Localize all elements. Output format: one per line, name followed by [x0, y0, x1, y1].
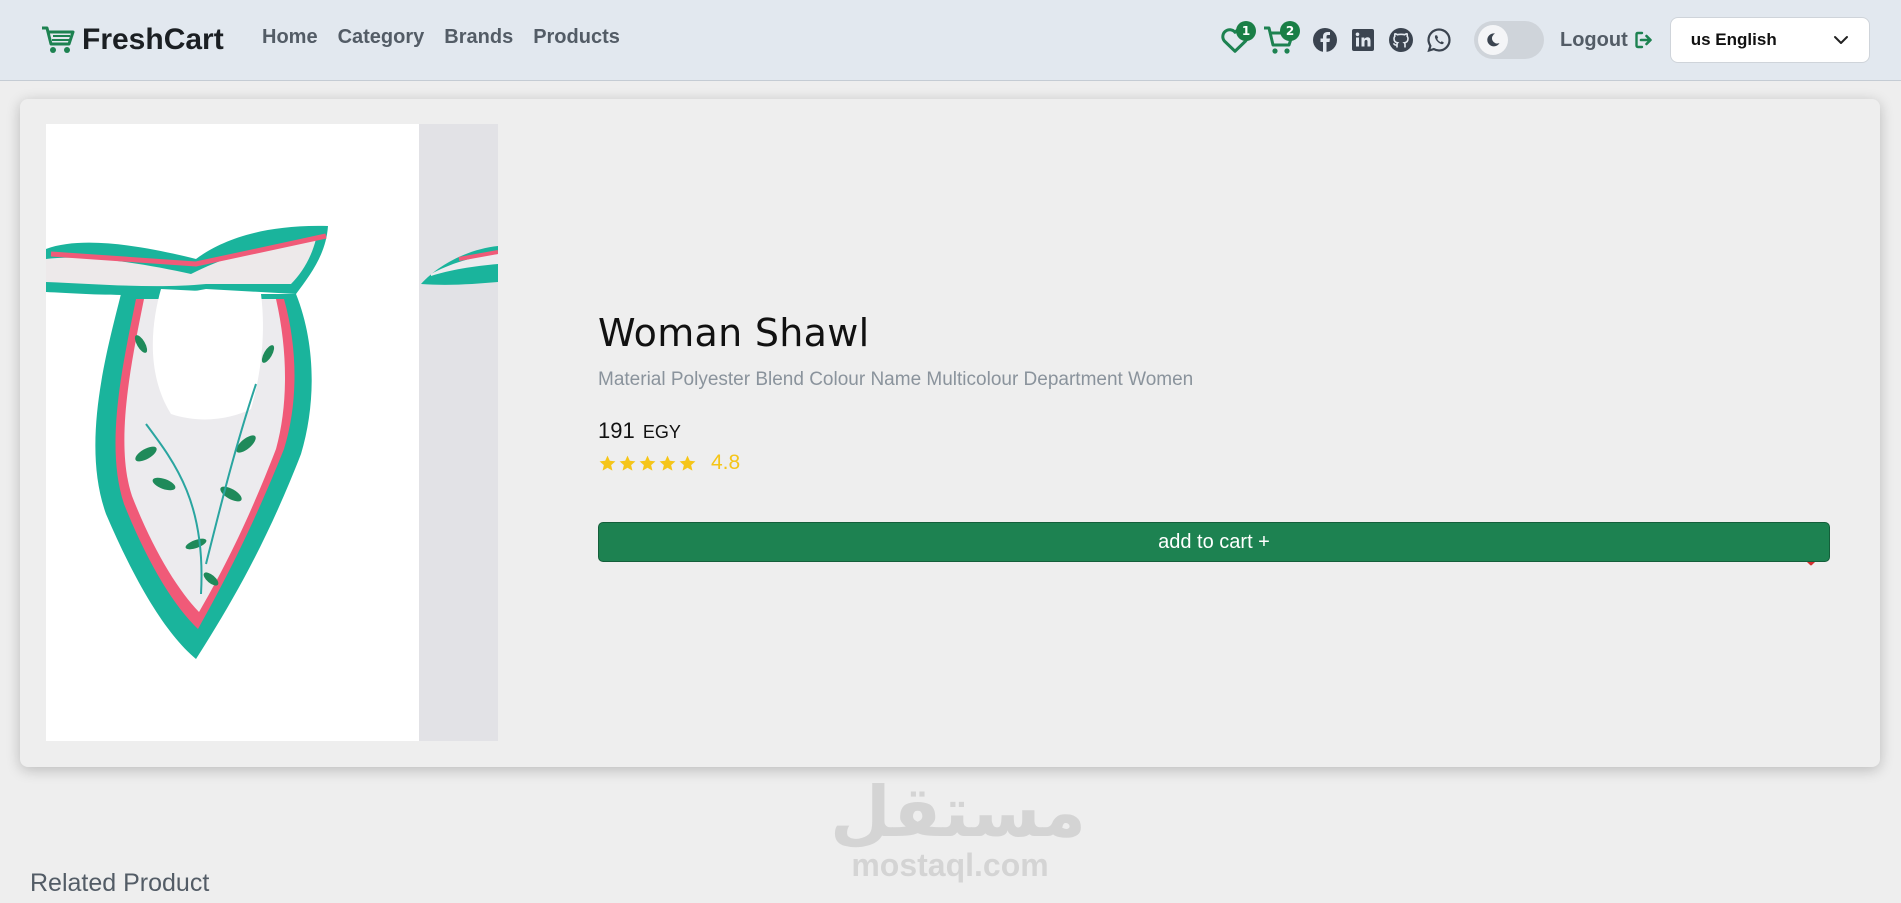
product-info: Woman Shawl Material Polyester Blend Col… [598, 311, 1832, 476]
language-selected-value: us English [1690, 30, 1777, 49]
navbar: FreshCart Home Category Brands Products … [0, 0, 1901, 81]
wishlist-button[interactable]: 1 [1218, 21, 1256, 57]
related-products-heading: Related Product [30, 869, 210, 897]
moon-icon [1487, 33, 1500, 47]
whatsapp-icon [1427, 28, 1451, 53]
brand-name: FreshCart [82, 23, 224, 56]
facebook-link[interactable] [1310, 25, 1340, 55]
product-rating: 4.8 [598, 450, 1832, 476]
nav-link-brands[interactable]: Brands [444, 26, 513, 49]
star-icon [639, 455, 656, 471]
shawl-image [46, 225, 328, 659]
dark-mode-toggle[interactable] [1474, 21, 1544, 59]
github-link[interactable] [1386, 25, 1416, 55]
brand-logo[interactable]: FreshCart [40, 22, 224, 58]
star-icon [619, 455, 636, 471]
star-icon [679, 455, 696, 471]
add-to-cart-button[interactable]: add to cart + [598, 522, 1830, 562]
cart-logo-icon [42, 26, 75, 53]
rating-value: 4.8 [711, 451, 741, 474]
facebook-icon [1313, 28, 1337, 52]
wishlist-count-badge: 1 [1236, 21, 1256, 41]
cart-button[interactable]: 2 [1262, 21, 1300, 57]
toggle-knob [1478, 25, 1508, 55]
product-title: Woman Shawl [598, 311, 870, 355]
product-details-card: Woman Shawl Material Polyester Blend Col… [20, 99, 1880, 767]
nav-link-products[interactable]: Products [533, 26, 620, 49]
nav-links: Home Category Brands Products [262, 26, 620, 49]
product-price: 191 EGY [598, 418, 1832, 444]
star-icon [599, 455, 616, 471]
linkedin-icon [1352, 29, 1374, 51]
chevron-down-icon [1833, 36, 1848, 44]
rating-stars [598, 454, 697, 473]
price-value: 191 [598, 418, 635, 443]
watermark-arabic-text: مستقل [830, 771, 1087, 853]
linkedin-link[interactable] [1348, 25, 1378, 55]
product-image [46, 124, 419, 741]
price-currency: EGY [642, 422, 681, 442]
whatsapp-link[interactable] [1424, 25, 1454, 55]
watermark-latin-text: mostaql.com [851, 847, 1049, 883]
star-icon [659, 455, 676, 471]
cart-count-badge: 2 [1280, 21, 1300, 41]
nav-link-category[interactable]: Category [338, 26, 425, 49]
github-icon [1389, 28, 1413, 52]
nav-link-home[interactable]: Home [262, 26, 318, 49]
logout-button[interactable]: Logout [1560, 29, 1654, 52]
logout-icon [1635, 31, 1652, 49]
logout-label: Logout [1560, 28, 1628, 51]
language-select[interactable]: us English [1669, 17, 1870, 63]
next-product-image [419, 124, 498, 741]
watermark-logo: مستقل mostaql.com [830, 771, 1087, 886]
nav-right: 1 2 Logout us English [1218, 17, 1870, 63]
product-image-slider[interactable] [46, 124, 498, 741]
shawl-preview-image [421, 246, 498, 285]
product-description: Material Polyester Blend Colour Name Mul… [598, 369, 1194, 390]
